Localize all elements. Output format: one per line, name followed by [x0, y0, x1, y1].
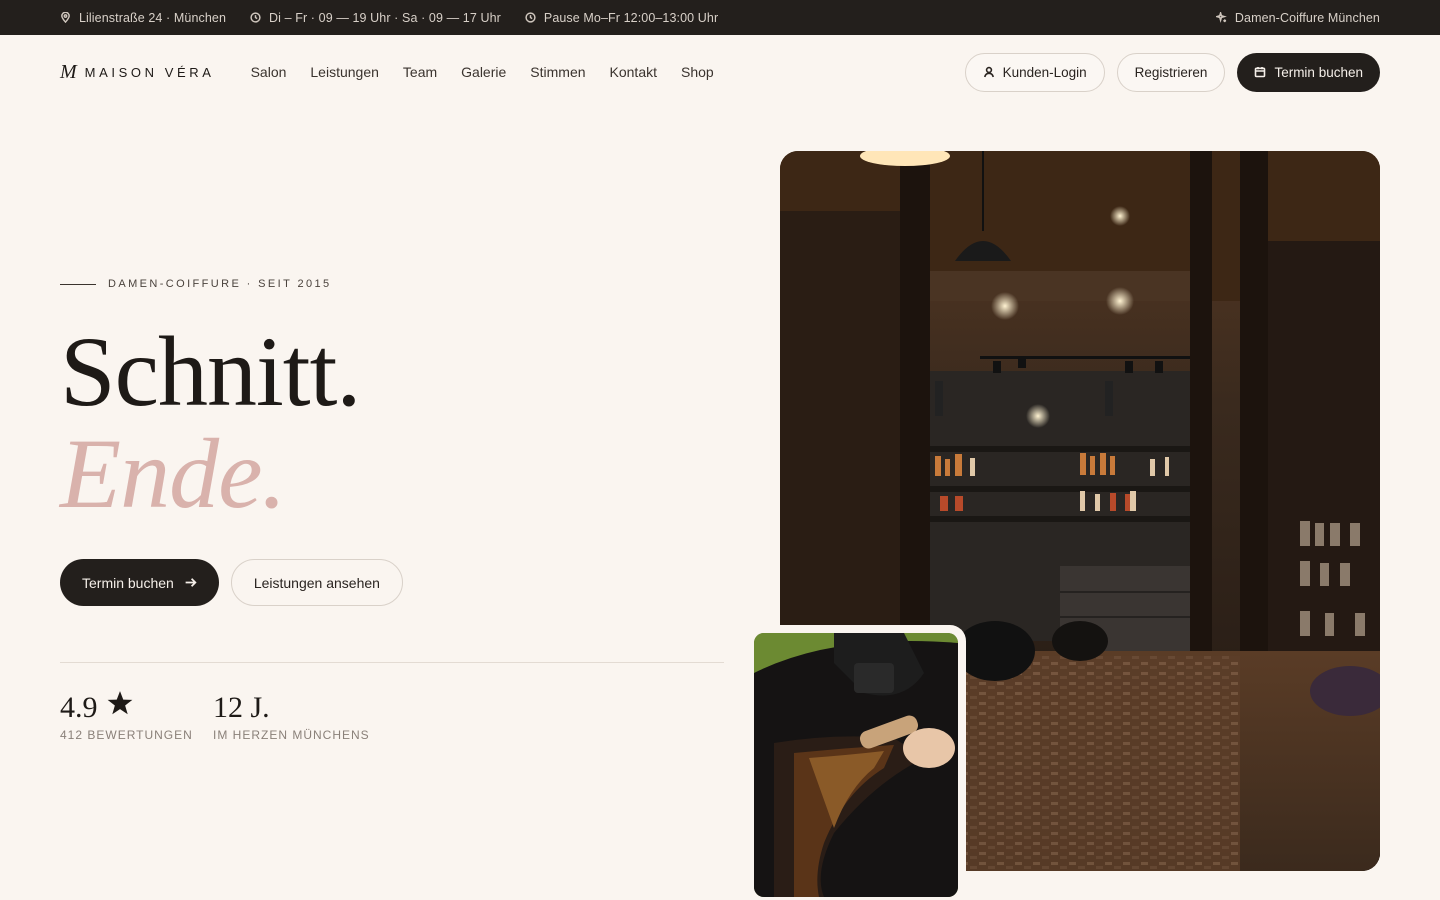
logo-mark: M [60, 60, 77, 83]
years-stat: 12 J. IM HERZEN MÜNCHENS [213, 690, 370, 742]
star-icon [107, 691, 132, 715]
tagline-text: Damen-Coiffure München [1234, 10, 1380, 25]
rating-label: 412 BEWERTUNGEN [60, 728, 193, 742]
view-services-label: Leistungen ansehen [253, 574, 380, 591]
pause-info: Pause Mo–Fr 12:00–13:00 Uhr [525, 11, 718, 25]
register-button[interactable]: Registrieren [1116, 52, 1226, 92]
hero-headline: Schnitt. [60, 316, 361, 427]
nav-link-kontakt[interactable]: Kontakt [610, 64, 657, 80]
hours-info: Di – Fr · 09 — 19 Uhr · Sa · 09 — 17 Uhr [250, 11, 501, 25]
hours-text: Di – Fr · 09 — 19 Uhr · Sa · 09 — 17 Uhr [269, 10, 501, 25]
rating-value: 4.9 [60, 691, 98, 724]
arrow-right-icon [185, 578, 197, 587]
info-bar: Lilienstraße 24 · München Di – Fr · 09 —… [0, 0, 1440, 35]
nav-links: Salon Leistungen Team Galerie Stimmen Ko… [251, 64, 738, 80]
login-label: Kunden-Login [1002, 64, 1087, 80]
nav-link-shop[interactable]: Shop [681, 64, 714, 80]
calendar-icon [1255, 67, 1266, 78]
user-icon [983, 66, 994, 78]
nav-link-team[interactable]: Team [403, 64, 437, 80]
nav-actions: Kunden-Login Registrieren Termin buchen [964, 52, 1380, 92]
login-button[interactable]: Kunden-Login [964, 52, 1105, 92]
hero-book-button[interactable]: Termin buchen [60, 559, 219, 606]
hair-styling-image [754, 633, 958, 897]
map-pin-icon [61, 12, 70, 23]
hero-divider [60, 662, 724, 663]
pause-text: Pause Mo–Fr 12:00–13:00 Uhr [543, 10, 719, 25]
tagline-info: Damen-Coiffure München [1215, 10, 1380, 25]
hair-styling-image-frame [746, 625, 966, 900]
hero-cta-row: Termin buchen Leistungen ansehen [60, 559, 403, 606]
address-text: Lilienstraße 24 · München [79, 10, 227, 25]
hero-book-label: Termin buchen [82, 574, 174, 591]
sparkle-icon [1215, 12, 1227, 23]
logo-text: MAISON VÉRA [84, 64, 215, 80]
book-label: Termin buchen [1274, 64, 1363, 80]
years-value: 12 J. [213, 691, 270, 724]
hero-headline-accent: Ende. [60, 418, 286, 529]
main-nav: M MAISON VÉRA Salon Leistungen Team Gale… [0, 35, 1440, 109]
rating-value-row: 4.9 [60, 690, 193, 726]
book-appointment-button[interactable]: Termin buchen [1237, 52, 1380, 92]
register-label: Registrieren [1134, 64, 1208, 80]
logo[interactable]: M MAISON VÉRA [60, 61, 215, 84]
nav-link-stimmen[interactable]: Stimmen [530, 64, 585, 80]
nav-link-galerie[interactable]: Galerie [461, 64, 506, 80]
nav-link-leistungen[interactable]: Leistungen [310, 64, 379, 80]
nav-link-salon[interactable]: Salon [251, 64, 287, 80]
clock-icon [525, 12, 536, 23]
view-services-button[interactable]: Leistungen ansehen [230, 559, 403, 606]
address-info: Lilienstraße 24 · München [60, 11, 226, 25]
rating-stat: 4.9 412 BEWERTUNGEN [60, 690, 193, 742]
clock-icon [250, 12, 261, 23]
eyebrow-text: DAMEN-COIFFURE · SEIT 2015 [108, 278, 332, 290]
years-label: IM HERZEN MÜNCHENS [213, 728, 370, 742]
eyebrow-line [60, 283, 96, 285]
hero-eyebrow: DAMEN-COIFFURE · SEIT 2015 [60, 278, 332, 290]
